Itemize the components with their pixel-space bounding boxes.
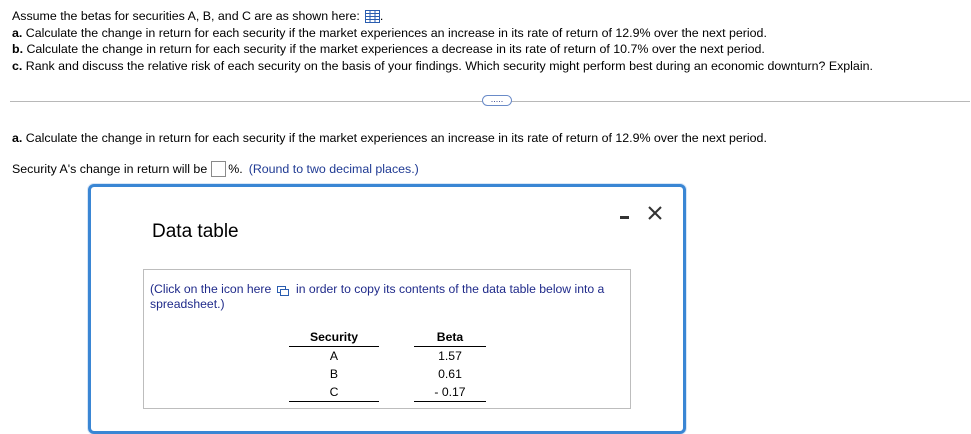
table-row: B 0.61 (289, 365, 486, 383)
table-grid-icon[interactable] (364, 9, 380, 23)
cell-security: B (329, 367, 339, 381)
close-icon[interactable] (647, 205, 663, 221)
question-intro: Assume the betas for securities A, B, an… (12, 9, 384, 23)
table-header-row: Security Beta (289, 327, 486, 347)
cell-beta: - 0.17 (414, 383, 486, 402)
subquestion-text: Calculate the change in return for each … (25, 131, 767, 145)
minimize-icon[interactable] (617, 210, 631, 224)
part-text: Calculate the change in return for each … (25, 25, 767, 40)
copy-note-before: (Click on the icon here (150, 282, 272, 296)
question-part-b: b. Calculate the change in return for ea… (12, 41, 873, 58)
header-beta: Beta (414, 327, 486, 347)
question-intro-text: Assume the betas for securities A, B, an… (12, 9, 360, 23)
part-text: Rank and discuss the relative risk of ea… (25, 58, 873, 73)
data-table-dialog: Data table (Click on the icon here in or… (88, 184, 686, 434)
copy-icon[interactable] (276, 285, 289, 296)
part-label: b. (12, 42, 24, 56)
dialog-title: Data table (152, 221, 239, 242)
cell-security: C (289, 383, 379, 402)
answer-hint: (Round to two decimal places.) (248, 162, 419, 176)
table-row: C - 0.17 (289, 383, 486, 402)
table-row: A 1.57 (289, 347, 486, 366)
expand-more-button[interactable]: ..... (482, 95, 512, 106)
cell-security: A (329, 349, 339, 363)
question-part-a: a. Calculate the change in return for ea… (12, 25, 873, 42)
subquestion: a. Calculate the change in return for ea… (12, 131, 767, 145)
data-table-panel: (Click on the icon here in order to copy… (143, 269, 631, 409)
subquestion-label: a. (12, 131, 23, 145)
part-label: c. (12, 58, 23, 73)
part-label: a. (12, 25, 23, 40)
answer-suffix: %. (228, 162, 243, 176)
answer-prefix: Security A's change in return will be (12, 162, 208, 176)
copy-note: (Click on the icon here in order to copy… (150, 282, 630, 312)
header-security: Security (289, 327, 379, 347)
answer-input[interactable] (211, 161, 227, 177)
cell-beta: 0.61 (438, 367, 462, 381)
question-part-c: c. Rank and discuss the relative risk of… (12, 58, 873, 75)
question-text: Assume the betas for securities A, B, an… (12, 8, 873, 74)
answer-line: Security A's change in return will be %.… (12, 161, 419, 177)
beta-table: Security Beta A 1.57 B 0.61 C - 0.17 (289, 327, 486, 402)
cell-beta: 1.57 (438, 349, 462, 363)
part-text: Calculate the change in return for each … (26, 42, 765, 56)
